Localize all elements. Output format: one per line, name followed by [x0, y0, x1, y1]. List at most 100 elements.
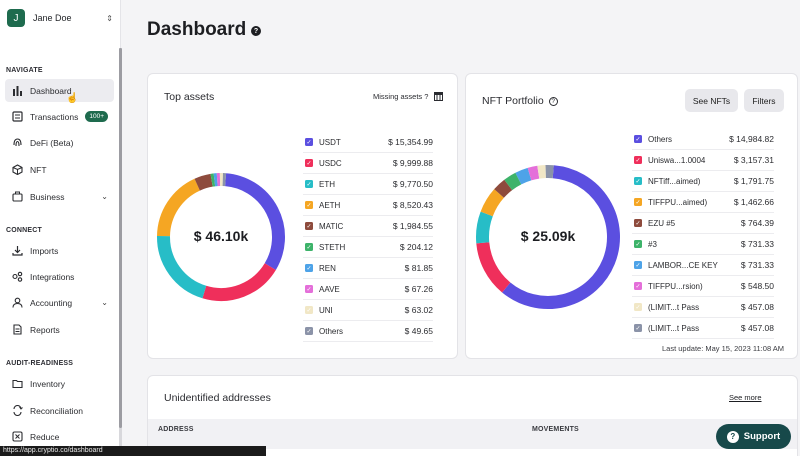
filters-button[interactable]: Filters [744, 89, 784, 112]
checkbox-checked-icon[interactable]: ✓ [634, 198, 642, 206]
legend-item-value: $ 1,791.75 [733, 176, 774, 186]
checkbox-checked-icon[interactable]: ✓ [305, 159, 313, 167]
donut-segment[interactable] [515, 167, 532, 185]
legend-item[interactable]: ✓ AAVE $ 67.26 [303, 279, 433, 300]
checkbox-checked-icon[interactable]: ✓ [305, 264, 313, 272]
section-title-navigate: NAVIGATE [6, 67, 43, 74]
checkbox-checked-icon[interactable]: ✓ [305, 285, 313, 293]
help-circle-icon[interactable]: ? [548, 96, 558, 106]
sidebar-item-nft[interactable]: NFT [5, 158, 114, 181]
legend-item[interactable]: ✓ USDC $ 9,999.88 [303, 153, 433, 174]
donut-segment[interactable] [476, 241, 511, 293]
unidentified-addresses-card: Unidentified addresses See more [147, 375, 798, 456]
checkbox-checked-icon[interactable]: ✓ [305, 138, 313, 146]
legend-item[interactable]: ✓ USDT $ 15,354.99 [303, 132, 433, 153]
legend-item[interactable]: ✓ REN $ 81.85 [303, 258, 433, 279]
checkbox-checked-icon[interactable]: ✓ [634, 282, 642, 290]
legend-item[interactable]: ✓ TIFFPU...rsion) $ 548.50 [632, 276, 774, 297]
legend-item[interactable]: ✓ Others $ 14,984.82 [632, 129, 774, 150]
count-badge: 100+ [85, 111, 108, 122]
checkbox-checked-icon[interactable]: ✓ [305, 243, 313, 251]
arrows-icon [11, 404, 24, 417]
legend-item-name: (LIMIT...t Pass [648, 302, 700, 312]
legend-item[interactable]: ✓ LAMBOR...CE KEY $ 731.33 [632, 255, 774, 276]
sidebar-item-reduce[interactable]: Reduce [5, 425, 114, 448]
donut-segment[interactable] [194, 173, 213, 191]
help-icon[interactable]: ? [251, 26, 261, 36]
legend-item[interactable]: ✓ Others $ 49.65 [303, 321, 433, 342]
donut-segment[interactable] [202, 263, 276, 301]
sidebar-item-dashboard[interactable]: Dashboard [5, 79, 114, 102]
legend-item-value: $ 204.12 [399, 242, 433, 252]
donut-segment[interactable] [527, 165, 540, 181]
legend-item[interactable]: ✓ TIFFPU...aimed) $ 1,462.66 [632, 192, 774, 213]
see-more-link[interactable]: See more [729, 393, 762, 402]
checkbox-checked-icon[interactable]: ✓ [305, 201, 313, 209]
legend-item-value: $ 3,157.31 [733, 155, 774, 165]
column-header-movements[interactable]: MOVEMENTS [532, 426, 579, 433]
donut-segment[interactable] [494, 179, 513, 198]
user-switcher[interactable]: J Jane Doe ⇕ [7, 9, 113, 27]
sidebar-item-reconciliation[interactable]: Reconciliation [5, 399, 114, 422]
sidebar-scrollbar-thumb[interactable] [119, 48, 122, 428]
sidebar-item-defi[interactable]: DeFi (Beta) [5, 131, 114, 154]
donut-segment[interactable] [157, 235, 207, 299]
legend-item-name: USDC [319, 158, 342, 168]
fingerprint-icon [11, 136, 24, 149]
nft-portfolio-card: NFT Portfolio ? See NFTs Filters $ 25.09… [465, 73, 798, 359]
section-title-connect: CONNECT [6, 227, 43, 234]
checkbox-checked-icon[interactable]: ✓ [634, 135, 642, 143]
link-icon [11, 270, 24, 283]
legend-item[interactable]: ✓ UNI $ 63.02 [303, 300, 433, 321]
checkbox-checked-icon[interactable]: ✓ [634, 240, 642, 248]
legend-item[interactable]: ✓ ETH $ 9,770.50 [303, 174, 433, 195]
chevron-down-icon: ⌄ [101, 298, 108, 307]
checkbox-checked-icon[interactable]: ✓ [634, 324, 642, 332]
donut-segment[interactable] [537, 165, 547, 179]
legend-item[interactable]: ✓ Uniswa...1.0004 $ 3,157.31 [632, 150, 774, 171]
checkbox-checked-icon[interactable]: ✓ [634, 219, 642, 227]
sidebar-item-reports[interactable]: Reports [5, 318, 114, 341]
legend-item-value: $ 1,462.66 [733, 197, 774, 207]
checkbox-checked-icon[interactable]: ✓ [305, 306, 313, 314]
see-nfts-button[interactable]: See NFTs [685, 89, 738, 112]
legend-item[interactable]: ✓ EZU #5 $ 764.39 [632, 213, 774, 234]
sidebar-item-integrations[interactable]: Integrations [5, 265, 114, 288]
support-button[interactable]: ? Support [716, 424, 791, 449]
checkbox-checked-icon[interactable]: ✓ [305, 180, 313, 188]
legend-item[interactable]: ✓ MATIC $ 1,984.55 [303, 216, 433, 237]
donut-segment[interactable] [504, 172, 522, 191]
checkbox-checked-icon[interactable]: ✓ [634, 177, 642, 185]
column-header-address[interactable]: ADDRESS [158, 426, 194, 433]
hand-cursor-icon: ☝ [66, 93, 79, 104]
legend-item[interactable]: ✓ AETH $ 8,520.43 [303, 195, 433, 216]
sidebar-item-imports[interactable]: Imports [5, 239, 114, 262]
checkbox-checked-icon[interactable]: ✓ [634, 303, 642, 311]
legend-item-value: $ 457.08 [740, 302, 774, 312]
legend-item[interactable]: ✓ NFTiff...aimed) $ 1,791.75 [632, 171, 774, 192]
checkbox-checked-icon[interactable]: ✓ [305, 222, 313, 230]
sidebar-item-transactions[interactable]: Transactions 100+ [5, 105, 114, 128]
sidebar-item-business[interactable]: Business ⌄ [5, 185, 114, 208]
legend-item-value: $ 63.02 [404, 305, 433, 315]
legend-item-name: LAMBOR...CE KEY [648, 260, 718, 270]
legend-item-name: Uniswa...1.0004 [648, 155, 706, 165]
checkbox-checked-icon[interactable]: ✓ [305, 327, 313, 335]
cube-icon [11, 163, 24, 176]
legend-item[interactable]: ✓ STETH $ 204.12 [303, 237, 433, 258]
legend-item[interactable]: ✓ #3 $ 731.33 [632, 234, 774, 255]
legend-item-value: $ 731.33 [740, 239, 774, 249]
legend-item-name: UNI [319, 305, 333, 315]
sidebar-item-accounting[interactable]: Accounting ⌄ [5, 291, 114, 314]
checkbox-checked-icon[interactable]: ✓ [634, 156, 642, 164]
sidebar-item-inventory[interactable]: Inventory [5, 372, 114, 395]
checkbox-checked-icon[interactable]: ✓ [634, 261, 642, 269]
legend-item[interactable]: ✓ (LIMIT...t Pass $ 457.08 [632, 318, 774, 339]
donut-segment[interactable] [480, 189, 505, 217]
legend-item-name: Others [648, 134, 673, 144]
legend-item[interactable]: ✓ (LIMIT...t Pass $ 457.08 [632, 297, 774, 318]
missing-assets-link[interactable]: Missing assets ? [373, 92, 444, 101]
donut-segment[interactable] [224, 173, 285, 270]
sidebar-item-label: NFT [30, 164, 47, 175]
legend-item-value: $ 8,520.43 [392, 200, 433, 210]
